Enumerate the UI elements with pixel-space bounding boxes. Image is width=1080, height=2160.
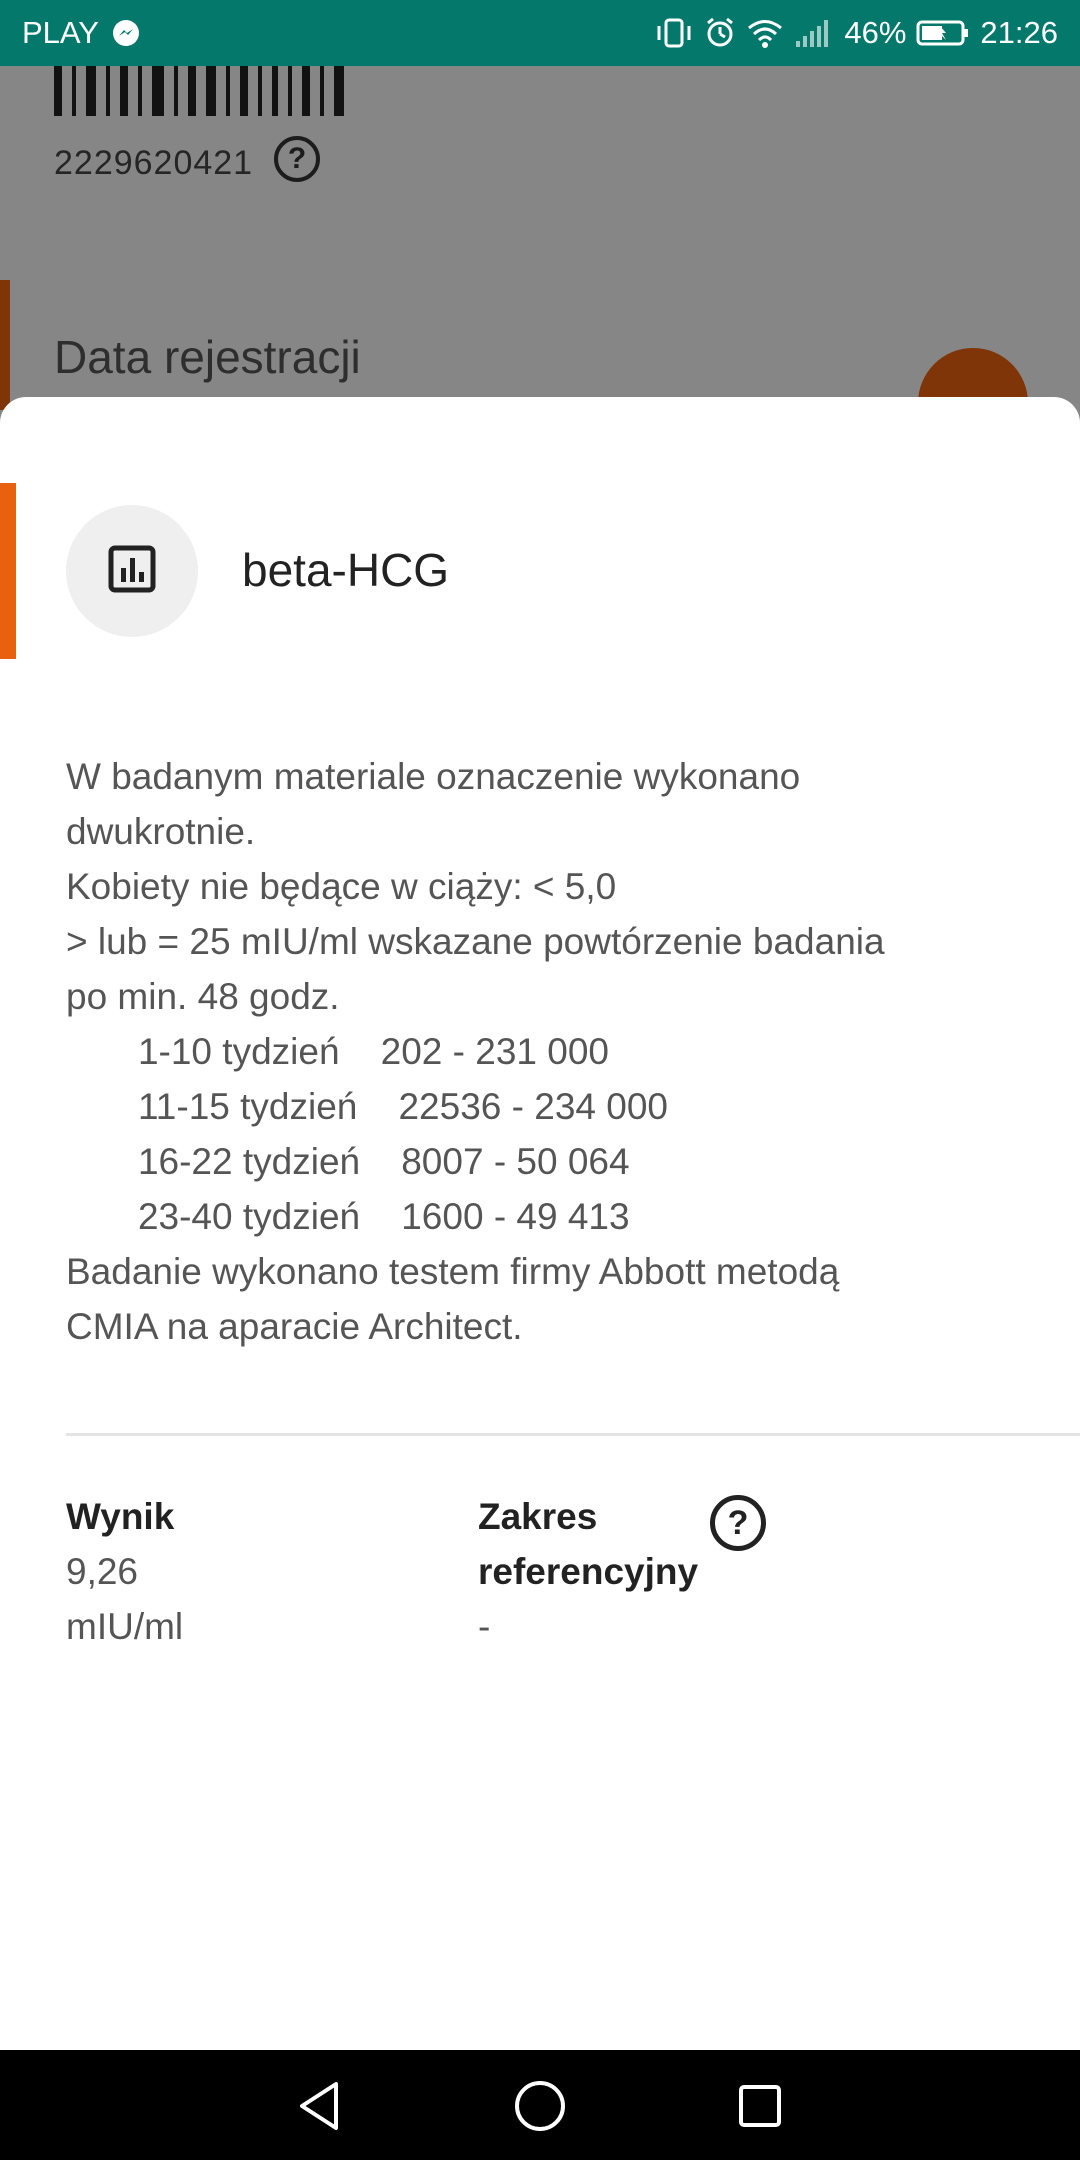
wifi-icon: [746, 17, 784, 49]
vibrate-icon: [654, 17, 694, 49]
divider: [66, 1433, 1080, 1436]
home-icon[interactable]: [508, 2074, 572, 2138]
description-line: Badanie wykonano testem firmy Abbott met…: [66, 1251, 840, 1292]
sheet-accent-bar: [0, 483, 16, 659]
test-title: beta-HCG: [242, 544, 450, 596]
description-line: > lub = 25 mIU/ml wskazane powtórzenie b…: [66, 921, 885, 962]
description-line: 16-22 tydzień 8007 - 50 064: [66, 1141, 630, 1182]
carrier-name: PLAY: [22, 15, 99, 50]
clock-time: 21:26: [980, 15, 1058, 50]
reference-label-line2: referencyjny: [478, 1551, 699, 1592]
messenger-icon: [111, 18, 141, 48]
result-unit: mIU/ml: [66, 1606, 184, 1647]
battery-icon: [916, 19, 970, 47]
result-label: Wynik: [66, 1496, 175, 1537]
reference-label-line1: Zakres: [478, 1496, 598, 1537]
description-line: dwukrotnie.: [66, 811, 256, 852]
reference-range-column: Zakres referencyjny -: [478, 1489, 718, 1654]
status-right: 46% 21:26: [654, 15, 1058, 51]
test-avatar: [66, 505, 198, 637]
description-line: W badanym materiale oznaczenie wykonano: [66, 756, 801, 797]
description-line: po min. 48 godz.: [66, 976, 340, 1017]
alarm-icon: [704, 17, 736, 49]
result-column: Wynik 9,26 mIU/ml: [66, 1489, 446, 1654]
result-value: 9,26: [66, 1551, 139, 1592]
recents-icon[interactable]: [728, 2074, 792, 2138]
description-line: CMIA na aparacie Architect.: [66, 1306, 523, 1347]
chart-icon: [107, 544, 157, 599]
battery-percent: 46%: [844, 15, 907, 50]
reference-help-icon[interactable]: ?: [710, 1495, 766, 1551]
description-line: Kobiety nie będące w ciąży: < 5,0: [66, 866, 617, 907]
status-bar: PLAY 46% 21:26: [0, 0, 1080, 66]
test-description: W badanym materiale oznaczenie wykonano …: [66, 749, 1026, 1354]
description-line: 1-10 tydzień 202 - 231 000: [66, 1031, 610, 1072]
reference-value: -: [478, 1606, 491, 1647]
navigation-bar: [0, 2050, 1080, 2160]
status-left: PLAY: [22, 15, 141, 51]
description-line: 11-15 tydzień 22536 - 234 000: [66, 1086, 668, 1127]
back-icon[interactable]: [288, 2074, 352, 2138]
description-line: 23-40 tydzień 1600 - 49 413: [66, 1196, 630, 1237]
signal-icon: [794, 17, 834, 49]
bottom-sheet: beta-HCG W badanym materiale oznaczenie …: [0, 397, 1080, 2050]
